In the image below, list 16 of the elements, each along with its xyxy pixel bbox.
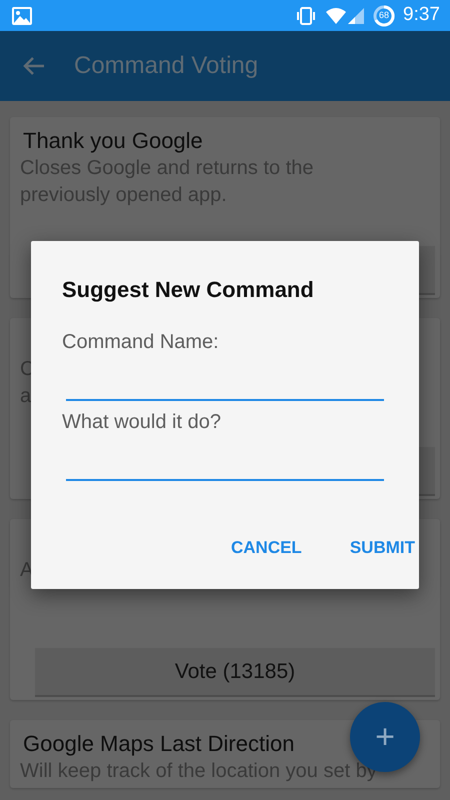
vote-button[interactable]: Vote (13185) bbox=[35, 648, 435, 697]
dialog-button[interactable]: SUBMIT bbox=[350, 529, 415, 566]
battery-level: 68 bbox=[378, 8, 390, 22]
status-time: 9:37 bbox=[403, 3, 440, 28]
screen-title: Command Voting bbox=[74, 51, 258, 81]
back-icon[interactable] bbox=[22, 56, 46, 76]
field-label: Command Name: bbox=[62, 330, 220, 355]
field-label: What would it do? bbox=[62, 410, 222, 435]
command-title: Thank you Google bbox=[23, 127, 203, 155]
signal-icon bbox=[347, 6, 366, 24]
dialog-title: Suggest New Command bbox=[62, 276, 315, 304]
vibrate-icon bbox=[295, 6, 318, 24]
dialog-button[interactable]: CANCEL bbox=[230, 529, 302, 566]
image-icon bbox=[12, 6, 32, 24]
command-title: Google Maps Last Direction bbox=[23, 730, 294, 758]
wifi-icon bbox=[325, 6, 348, 24]
